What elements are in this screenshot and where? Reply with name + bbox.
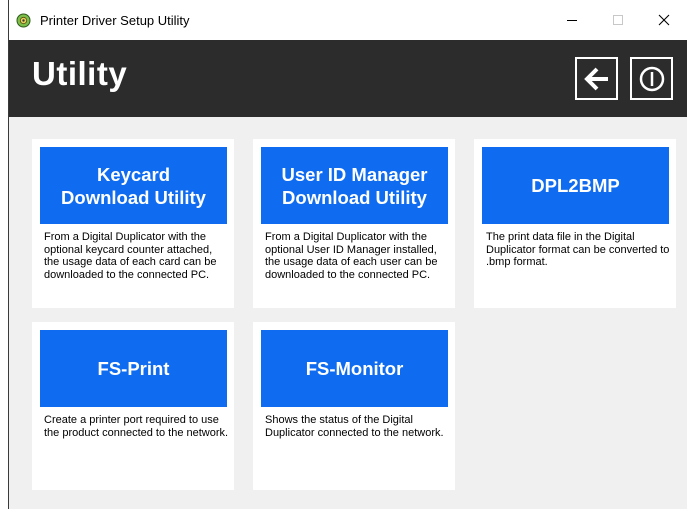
tile-user-id-manager-download: User ID Manager Download Utility From a … [253,139,455,308]
dpl2bmp-button[interactable]: DPL2BMP [482,147,669,224]
window-title: Printer Driver Setup Utility [40,12,190,28]
page-title: Utility [32,55,128,92]
tile-description: From a Digital Duplicator with the optio… [265,231,438,281]
tile-fs-print: FS-Print Create a printer port required … [32,322,234,490]
tile-fs-monitor: FS-Monitor Shows the status of the Digit… [253,322,455,490]
close-icon [658,14,670,26]
power-icon [639,66,664,91]
printer-app-icon [15,12,32,29]
minimize-button[interactable] [549,0,595,40]
minimize-icon [567,20,577,21]
maximize-button[interactable] [595,0,641,40]
maximize-icon [613,15,623,25]
tile-description: From a Digital Duplicator with the optio… [44,231,217,281]
back-button[interactable] [575,57,618,100]
tile-description: The print data file in the Digital Dupli… [486,231,670,268]
tile-dpl2bmp: DPL2BMP The print data file in the Digit… [474,139,676,308]
tile-description: Shows the status of the Digital Duplicat… [265,414,444,439]
power-button[interactable] [630,57,673,100]
app-window: Printer Driver Setup Utility Utility Key… [8,0,687,509]
user-id-manager-download-utility-button[interactable]: User ID Manager Download Utility [261,147,448,224]
tile-keycard-download: Keycard Download Utility From a Digital … [32,139,234,308]
back-arrow-icon [583,67,608,90]
title-bar: Printer Driver Setup Utility [9,0,687,40]
fs-monitor-button[interactable]: FS-Monitor [261,330,448,407]
tile-description: Create a printer port required to use th… [44,414,229,439]
fs-print-button[interactable]: FS-Print [40,330,227,407]
keycard-download-utility-button[interactable]: Keycard Download Utility [40,147,227,224]
page-header: Utility [9,40,687,117]
window-controls [549,0,687,40]
close-button[interactable] [641,0,687,40]
